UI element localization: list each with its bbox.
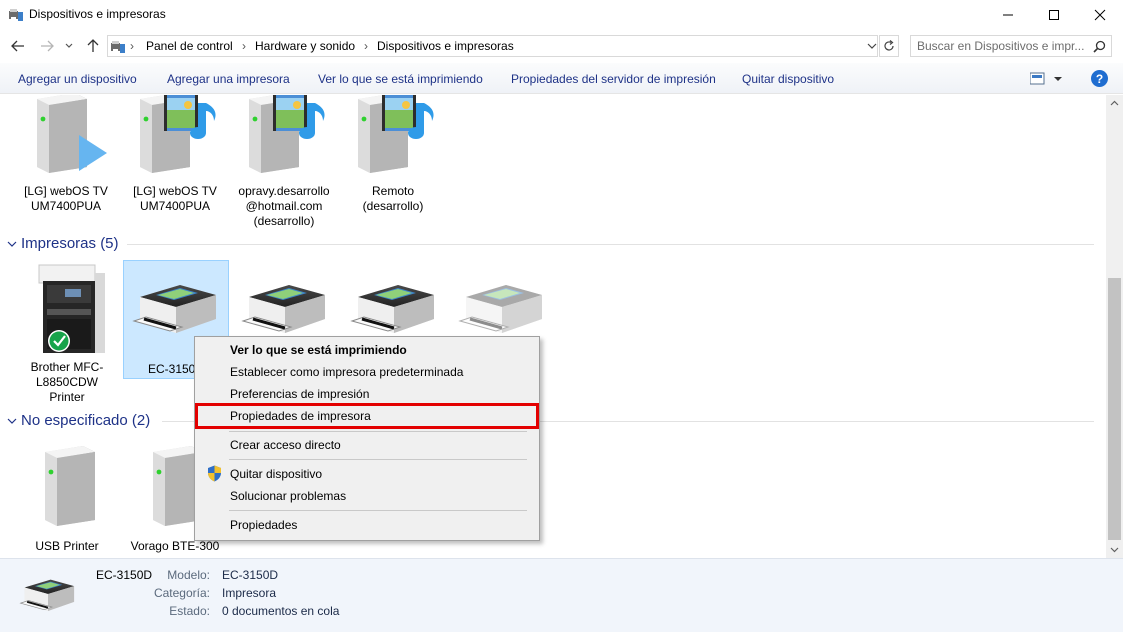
unspecified-device[interactable]: USB Printer (17, 440, 117, 554)
search-box[interactable] (910, 35, 1112, 57)
close-button[interactable] (1077, 0, 1123, 30)
context-menu: Ver lo que se está imprimiendo Establece… (194, 336, 540, 541)
details-key-status: Estado: (169, 604, 210, 618)
address-bar[interactable]: › Panel de control › Hardware y sonido ›… (107, 35, 878, 57)
usb-printer-icon (45, 446, 95, 526)
unspecified-group-header[interactable]: No especificado (2) (0, 412, 1100, 432)
details-value-status: 0 documentos en cola (222, 604, 340, 618)
printer-icon (350, 283, 436, 335)
printer-item[interactable] (235, 275, 335, 342)
breadcrumb-separator: › (364, 39, 368, 53)
device-label: opravy.desarrollo @hotmail.com (desarrol… (238, 184, 330, 228)
search-icon[interactable] (1093, 40, 1106, 53)
up-arrow-icon (87, 39, 99, 52)
media-device[interactable]: [LG] webOS TV UM7400PUA (125, 95, 225, 214)
details-value-category: Impresora (222, 586, 277, 600)
chevron-down-icon (7, 241, 17, 247)
chevron-down-icon[interactable] (865, 38, 879, 54)
scroll-down-icon[interactable] (1110, 547, 1119, 553)
view-options-button[interactable] (1030, 72, 1066, 86)
navigation-bar: › Panel de control › Hardware y sonido ›… (0, 31, 1123, 61)
maximize-button[interactable] (1031, 0, 1077, 30)
breadcrumb-hardware-sound[interactable]: Hardware y sonido (255, 39, 355, 53)
command-bar: Agregar un dispositivo Agregar una impre… (0, 63, 1123, 94)
minimize-button[interactable] (985, 0, 1031, 30)
multifunction-printer-icon (38, 264, 105, 353)
recent-locations-button[interactable] (63, 37, 75, 55)
minimize-icon (1003, 14, 1013, 16)
group-title: No especificado (2) (21, 412, 151, 429)
printer-item[interactable] (344, 275, 444, 342)
media-device[interactable]: Remoto (desarrollo) (343, 95, 443, 214)
tv-media-device-icon (37, 95, 107, 173)
add-device-button[interactable]: Agregar un dispositivo (18, 72, 137, 86)
menu-item-remove-device[interactable]: Quitar dispositivo (230, 467, 322, 481)
remove-device-button[interactable]: Quitar dispositivo (742, 72, 834, 86)
menu-separator (229, 510, 527, 511)
menu-separator (229, 431, 527, 432)
maximize-icon (1049, 10, 1059, 20)
printers-group-header[interactable]: Impresoras (5) (0, 235, 1100, 255)
vertical-scrollbar[interactable] (1106, 95, 1123, 558)
media-server-icon (249, 95, 325, 173)
device-label: Remoto (desarrollo) (362, 184, 424, 213)
search-input[interactable] (917, 38, 1087, 54)
control-panel-icon (111, 41, 125, 53)
printer-icon (19, 578, 76, 612)
menu-separator (229, 459, 527, 460)
media-server-icon (358, 95, 434, 173)
details-value-model: EC-3150D (222, 568, 279, 582)
menu-item-printer-properties[interactable]: Propiedades de impresora (230, 409, 371, 423)
printer-item[interactable]: Brother MFC-L8850CDW Printer (17, 263, 117, 405)
breadcrumb-control-panel[interactable]: Panel de control (146, 39, 233, 53)
breadcrumb-separator: › (130, 39, 134, 53)
menu-item-create-shortcut[interactable]: Crear acceso directo (230, 438, 341, 452)
device-label: [LG] webOS TV UM7400PUA (133, 184, 217, 213)
up-button[interactable] (84, 37, 102, 55)
device-label: Vorago BTE-300 (130, 539, 220, 553)
window-title: Dispositivos e impresoras (29, 7, 166, 21)
add-printer-button[interactable]: Agregar una impresora (167, 72, 290, 86)
device-label: [LG] webOS TV UM7400PUA (24, 184, 108, 213)
forward-arrow-icon (41, 40, 54, 52)
printer-icon (241, 283, 327, 335)
menu-item-set-default-printer[interactable]: Establecer como impresora predeterminada (230, 365, 463, 379)
breadcrumb-devices-printers[interactable]: Dispositivos e impresoras (377, 39, 514, 53)
menu-item-printing-preferences[interactable]: Preferencias de impresión (230, 387, 369, 401)
media-server-icon (140, 95, 216, 173)
group-divider (127, 244, 1094, 245)
devices-printers-icon (9, 9, 23, 21)
media-device[interactable]: [LG] webOS TV UM7400PUA (16, 95, 116, 214)
devices-view: [LG] webOS TV UM7400PUA [LG] webOS TV UM… (0, 95, 1106, 558)
back-arrow-icon (11, 40, 24, 52)
help-button[interactable]: ? (1091, 70, 1108, 87)
media-device[interactable]: opravy.desarrollo @hotmail.com (desarrol… (234, 95, 334, 229)
scroll-up-icon[interactable] (1110, 100, 1119, 106)
details-key-category: Categoría: (153, 586, 210, 600)
refresh-button[interactable] (879, 35, 899, 57)
shield-icon (208, 465, 221, 482)
printer-icon (132, 283, 218, 335)
menu-item-troubleshoot[interactable]: Solucionar problemas (230, 489, 346, 503)
printer-item[interactable] (452, 275, 552, 342)
scrollbar-thumb[interactable] (1108, 278, 1121, 540)
details-key-model: Modelo: (167, 568, 210, 582)
forward-button[interactable] (38, 37, 56, 55)
breadcrumb-separator: › (242, 39, 246, 53)
group-title: Impresoras (5) (21, 235, 119, 252)
details-pane: EC-3150D Modelo: EC-3150D Categoría: Imp… (0, 558, 1123, 632)
device-label: Brother MFC-L8850CDW Printer (30, 360, 104, 404)
chevron-down-icon (65, 43, 73, 48)
menu-item-properties[interactable]: Propiedades (230, 518, 297, 532)
chevron-down-icon (7, 418, 17, 424)
close-icon (1094, 9, 1106, 21)
print-server-properties-button[interactable]: Propiedades del servidor de impresión (511, 72, 716, 86)
back-button[interactable] (9, 37, 27, 55)
device-label: USB Printer (35, 539, 99, 553)
menu-item-see-whats-printing[interactable]: Ver lo que se está imprimiendo (230, 343, 407, 357)
refresh-icon (884, 40, 894, 51)
printer-icon (458, 283, 544, 335)
title-bar: Dispositivos e impresoras (0, 0, 1123, 30)
see-whats-printing-button[interactable]: Ver lo que se está imprimiendo (318, 72, 483, 86)
